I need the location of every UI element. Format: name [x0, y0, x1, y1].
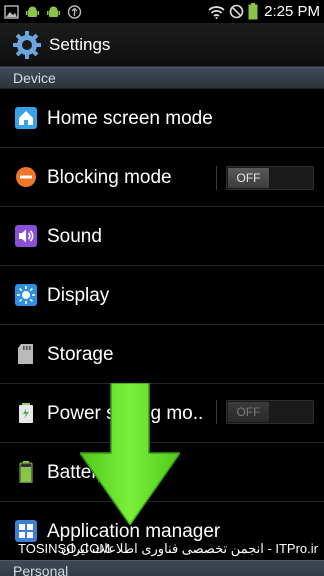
usb-notification-icon [67, 4, 82, 19]
section-header-device: Device [0, 67, 324, 89]
android-notification-icon [26, 6, 39, 17]
power-saving-toggle[interactable]: OFF [226, 400, 314, 424]
settings-item-label: Display [47, 285, 110, 306]
settings-gear-icon[interactable] [11, 29, 43, 61]
storage-icon [18, 344, 33, 364]
notification-icons [4, 3, 82, 20]
settings-item-label: Storage [47, 344, 114, 365]
settings-item-storage[interactable]: Storage [0, 326, 324, 384]
settings-item-blocking-mode[interactable]: Blocking mode OFF [0, 149, 324, 207]
settings-item-label: Sound [47, 226, 102, 247]
toggle-state: OFF [228, 402, 269, 422]
settings-item-sound[interactable]: Sound [0, 208, 324, 266]
action-bar: Settings [0, 23, 324, 67]
toggle-state: OFF [228, 168, 269, 188]
image-notification-icon [4, 4, 19, 19]
clock: 2:25 PM [264, 3, 320, 20]
wifi-icon [208, 5, 225, 19]
home-icon [15, 107, 37, 129]
android-notification-icon [47, 6, 60, 17]
status-bar: 2:25 PM [0, 0, 324, 23]
app-manager-icon [15, 520, 37, 542]
down-arrow-icon [80, 383, 180, 525]
watermark: TOSINSO.COM انجمن تخصصی فناوری اطلاعات ا… [18, 541, 318, 559]
divider [216, 400, 217, 424]
no-signal-icon [229, 4, 244, 19]
settings-item-label: Home screen mode [47, 108, 213, 129]
page-title: Settings [49, 35, 111, 54]
blocking-mode-toggle[interactable]: OFF [226, 166, 314, 190]
sound-icon [15, 225, 37, 247]
system-status: 2:25 PM [208, 2, 320, 21]
battery-icon [248, 3, 258, 20]
settings-item-home-screen-mode[interactable]: Home screen mode [0, 90, 324, 148]
settings-item-label: Blocking mode [47, 167, 172, 188]
power-saving-icon [19, 403, 33, 423]
battery-icon [19, 461, 33, 483]
display-icon [15, 284, 37, 306]
watermark-right: انجمن تخصصی فناوری اطلاعات ایران - ITPro… [60, 541, 318, 556]
divider [216, 166, 217, 190]
section-header-personal: Personal [0, 560, 324, 576]
section-label: Device [13, 70, 56, 86]
settings-item-display[interactable]: Display [0, 267, 324, 325]
block-icon [16, 167, 36, 187]
section-label: Personal [13, 563, 69, 576]
